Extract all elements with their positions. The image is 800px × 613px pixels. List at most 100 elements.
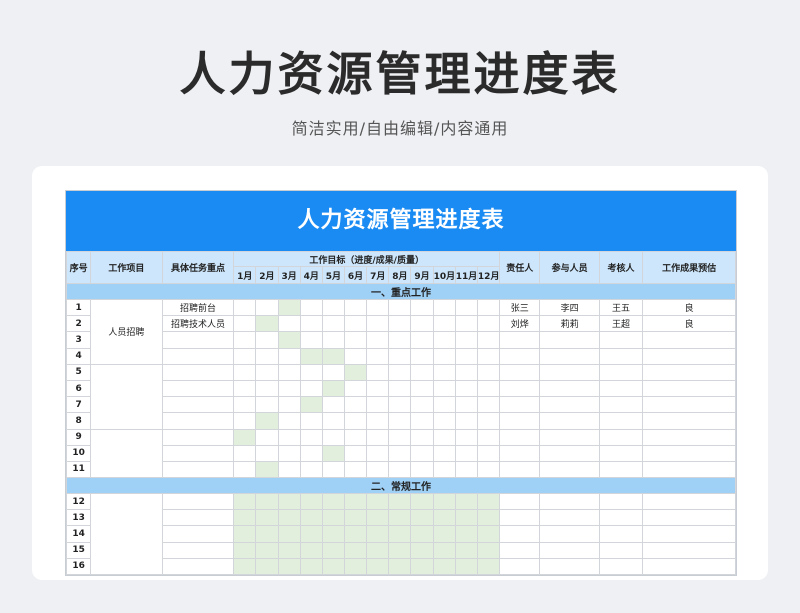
owner-cell[interactable] <box>499 525 541 543</box>
month-cell[interactable] <box>476 525 501 543</box>
month-cell[interactable] <box>366 444 390 462</box>
month-cell[interactable] <box>343 460 368 479</box>
month-cell[interactable] <box>410 541 434 559</box>
month-cell[interactable] <box>233 412 257 430</box>
month-cell[interactable] <box>432 460 456 479</box>
month-cell[interactable] <box>255 525 279 543</box>
month-cell[interactable] <box>432 444 456 462</box>
month-cell[interactable] <box>476 379 501 398</box>
month-cell[interactable] <box>366 379 390 398</box>
month-cell[interactable] <box>388 379 412 398</box>
month-cell[interactable] <box>255 315 279 333</box>
month-cell[interactable] <box>388 412 412 430</box>
month-cell[interactable] <box>432 379 456 398</box>
month-cell[interactable] <box>277 331 301 349</box>
month-cell[interactable] <box>343 347 368 365</box>
month-cell[interactable] <box>476 493 501 511</box>
task-cell[interactable] <box>161 444 235 462</box>
month-cell[interactable] <box>299 525 323 543</box>
month-cell[interactable] <box>454 460 478 479</box>
month-cell[interactable] <box>255 557 279 576</box>
month-cell[interactable] <box>321 557 345 576</box>
month-cell[interactable] <box>366 460 390 479</box>
month-cell[interactable] <box>299 331 323 349</box>
month-cell[interactable] <box>255 428 279 446</box>
month-cell[interactable] <box>388 331 412 349</box>
month-cell[interactable] <box>299 363 323 381</box>
month-cell[interactable] <box>321 509 345 527</box>
owner-cell[interactable] <box>499 428 541 446</box>
estimate-cell[interactable] <box>642 557 736 576</box>
month-cell[interactable] <box>432 412 456 430</box>
month-cell[interactable] <box>476 460 501 479</box>
owner-cell[interactable] <box>499 396 541 414</box>
month-cell[interactable] <box>233 396 257 414</box>
estimate-cell[interactable]: 良 <box>642 298 736 317</box>
month-cell[interactable] <box>277 347 301 365</box>
month-cell[interactable] <box>432 315 456 333</box>
month-cell[interactable] <box>233 541 257 559</box>
month-cell[interactable] <box>321 525 345 543</box>
month-cell[interactable] <box>299 557 323 576</box>
month-cell[interactable] <box>321 541 345 559</box>
month-cell[interactable] <box>432 509 456 527</box>
month-cell[interactable] <box>366 493 390 511</box>
month-cell[interactable] <box>233 557 257 576</box>
month-cell[interactable] <box>432 363 456 381</box>
month-cell[interactable] <box>432 541 456 559</box>
month-cell[interactable] <box>255 331 279 349</box>
month-cell[interactable] <box>255 379 279 398</box>
month-cell[interactable] <box>233 460 257 479</box>
members-cell[interactable]: 李四 <box>539 298 600 317</box>
estimate-cell[interactable] <box>642 460 736 479</box>
estimate-cell[interactable] <box>642 444 736 462</box>
month-cell[interactable] <box>454 428 478 446</box>
month-cell[interactable] <box>476 363 501 381</box>
task-cell[interactable] <box>161 557 235 576</box>
month-cell[interactable] <box>321 315 345 333</box>
month-cell[interactable] <box>299 493 323 511</box>
month-cell[interactable] <box>410 315 434 333</box>
estimate-cell[interactable] <box>642 428 736 446</box>
project-cell[interactable] <box>90 428 163 479</box>
owner-cell[interactable]: 刘烨 <box>499 315 541 333</box>
month-cell[interactable] <box>366 315 390 333</box>
month-cell[interactable] <box>277 363 301 381</box>
month-cell[interactable] <box>454 396 478 414</box>
month-cell[interactable] <box>343 298 368 317</box>
month-cell[interactable] <box>410 331 434 349</box>
month-cell[interactable] <box>366 363 390 381</box>
month-cell[interactable] <box>476 509 501 527</box>
month-cell[interactable] <box>277 379 301 398</box>
estimate-cell[interactable] <box>642 363 736 381</box>
month-cell[interactable] <box>410 396 434 414</box>
reviewer-cell[interactable] <box>598 509 644 527</box>
task-cell[interactable] <box>161 509 235 527</box>
members-cell[interactable] <box>539 509 600 527</box>
reviewer-cell[interactable] <box>598 379 644 398</box>
members-cell[interactable] <box>539 428 600 446</box>
month-cell[interactable] <box>432 428 456 446</box>
members-cell[interactable] <box>539 541 600 559</box>
month-cell[interactable] <box>343 315 368 333</box>
task-cell[interactable] <box>161 460 235 479</box>
month-cell[interactable] <box>255 444 279 462</box>
month-cell[interactable] <box>343 541 368 559</box>
month-cell[interactable] <box>255 396 279 414</box>
month-cell[interactable] <box>476 412 501 430</box>
reviewer-cell[interactable] <box>598 347 644 365</box>
month-cell[interactable] <box>410 525 434 543</box>
month-cell[interactable] <box>233 379 257 398</box>
month-cell[interactable] <box>454 347 478 365</box>
members-cell[interactable] <box>539 347 600 365</box>
month-cell[interactable] <box>454 331 478 349</box>
month-cell[interactable] <box>454 412 478 430</box>
month-cell[interactable] <box>299 298 323 317</box>
month-cell[interactable] <box>321 363 345 381</box>
month-cell[interactable] <box>343 428 368 446</box>
month-cell[interactable] <box>343 396 368 414</box>
month-cell[interactable] <box>388 315 412 333</box>
month-cell[interactable] <box>277 396 301 414</box>
month-cell[interactable] <box>299 460 323 479</box>
month-cell[interactable] <box>432 493 456 511</box>
